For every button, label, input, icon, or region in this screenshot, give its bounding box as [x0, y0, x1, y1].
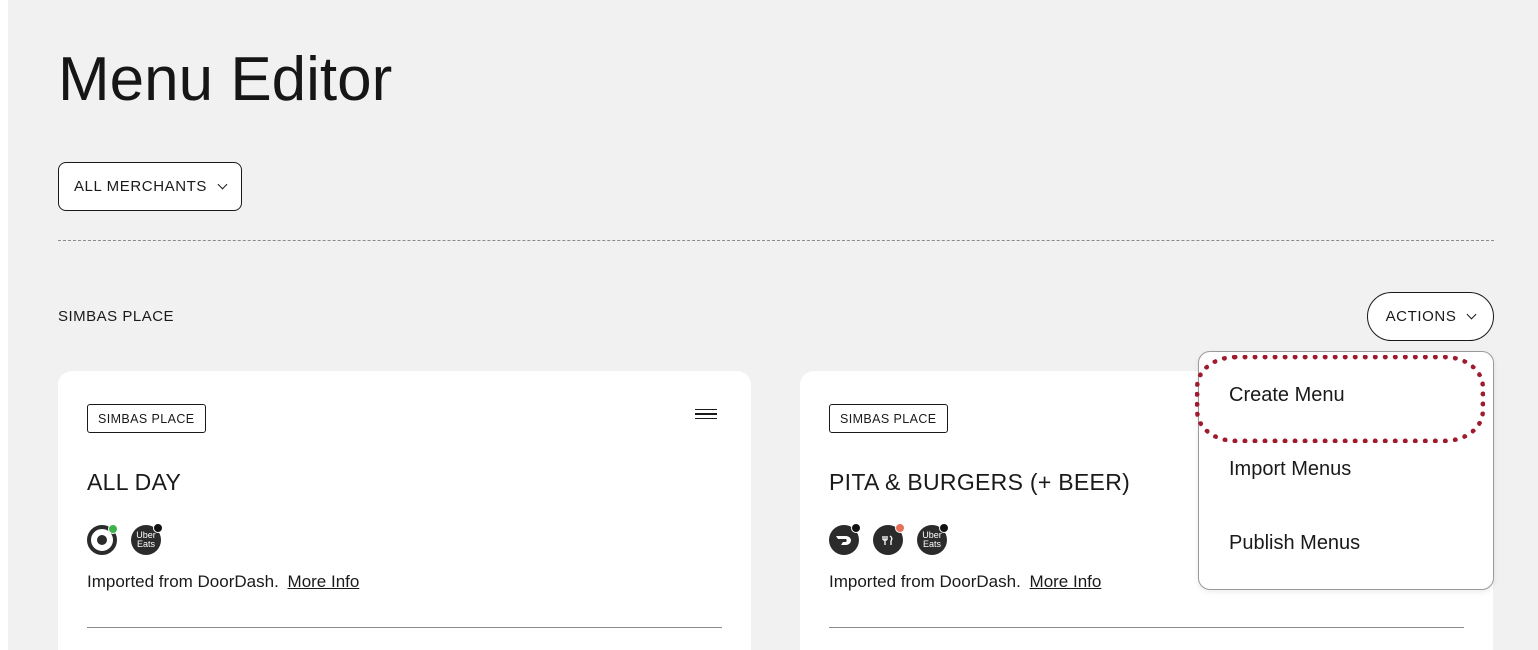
- menu-card[interactable]: SIMBAS PLACE ALL DAY Uber Eats Imported f…: [58, 371, 751, 650]
- merchant-filter-label: ALL MERCHANTS: [73, 178, 208, 195]
- actions-dropdown-menu: Create Menu Import Menus Publish Menus: [1195, 351, 1494, 590]
- merchant-filter-button[interactable]: ALL MERCHANTS: [58, 162, 242, 211]
- actions-button[interactable]: ACTIONS: [1367, 292, 1494, 341]
- import-info-text: Imported from DoorDash.: [829, 572, 1021, 591]
- status-dot: [153, 523, 163, 533]
- drag-handle-icon[interactable]: [695, 409, 717, 421]
- import-info: Imported from DoorDash. More Info: [87, 572, 359, 592]
- grubhub-icon: [873, 523, 905, 555]
- merchant-badge: SIMBAS PLACE: [87, 404, 206, 433]
- status-dot: [851, 523, 861, 533]
- import-menus-item[interactable]: Import Menus: [1229, 458, 1351, 481]
- card-divider: [87, 627, 722, 628]
- menu-title: PITA & BURGERS (+ BEER): [829, 469, 1131, 495]
- actions-label: ACTIONS: [1385, 308, 1457, 325]
- merchant-badge: SIMBAS PLACE: [829, 404, 948, 433]
- import-info: Imported from DoorDash. More Info: [829, 572, 1101, 592]
- page-title: Menu Editor: [58, 45, 393, 114]
- chevron-down-icon: [217, 179, 228, 190]
- more-info-link[interactable]: More Info: [1030, 572, 1102, 591]
- create-menu-item[interactable]: Create Menu: [1229, 384, 1345, 407]
- import-info-text: Imported from DoorDash.: [87, 572, 279, 591]
- chevron-down-icon: [1466, 309, 1477, 320]
- service-icons: Uber Eats: [87, 523, 163, 555]
- doordash-icon: [829, 523, 861, 555]
- uber-eats-icon: Uber Eats: [917, 523, 949, 555]
- menu-title: ALL DAY: [87, 469, 182, 495]
- service-icons: Uber Eats: [829, 523, 949, 555]
- section-divider: [58, 240, 1494, 241]
- publish-menus-item[interactable]: Publish Menus: [1229, 532, 1360, 555]
- uber-eats-icon: Uber Eats: [131, 523, 163, 555]
- status-dot: [939, 523, 949, 533]
- more-info-link[interactable]: More Info: [288, 572, 360, 591]
- target-icon: [87, 524, 118, 555]
- page-background: Menu Editor ALL MERCHANTS SIMBAS PLACE A…: [8, 0, 1538, 650]
- status-dot: [108, 524, 118, 534]
- card-divider: [829, 627, 1464, 628]
- section-label: SIMBAS PLACE: [58, 308, 175, 325]
- status-dot: [895, 523, 905, 533]
